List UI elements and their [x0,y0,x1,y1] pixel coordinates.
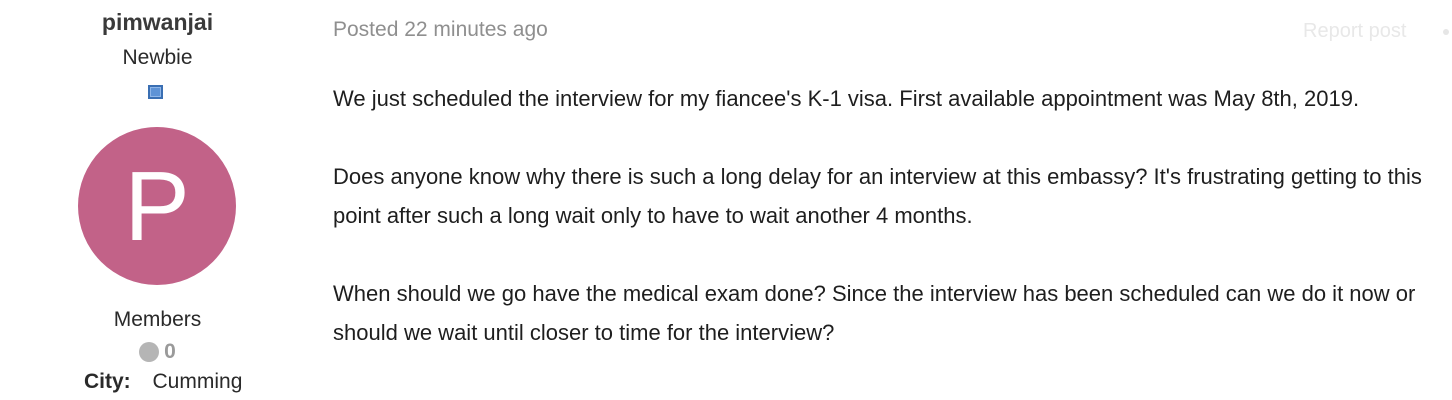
forum-post: pimwanjai Newbie P Members 0 City: Cummi… [0,0,1452,400]
reputation-badge[interactable]: 0 [0,340,315,364]
post-timestamp[interactable]: Posted 22 minutes ago [333,18,548,42]
post-paragraph: When should we go have the medical exam … [333,281,1416,345]
rank-pip-icon [148,85,163,99]
author-group: Members [113,308,202,331]
post-paragraph: Does anyone know why there is such a lon… [333,164,1422,228]
avatar[interactable]: P [78,127,236,285]
avatar-letter: P [124,151,190,261]
author-city: City: Cumming [84,370,242,394]
reputation-icon [139,342,160,362]
city-label: City: [84,370,131,393]
author-name-link[interactable]: pimwanjai [0,9,315,36]
city-value: Cumming [152,370,243,393]
author-rank-title: Newbie [122,46,193,69]
author-panel: pimwanjai Newbie P Members 0 City: Cummi… [0,0,315,400]
more-options-icon[interactable] [1443,29,1449,35]
report-post-link[interactable]: Report post [1303,20,1406,43]
post-paragraph: We just scheduled the interview for my f… [333,86,1360,111]
reputation-count: 0 [164,340,176,363]
post-content: We just scheduled the interview for my f… [333,79,1448,391]
